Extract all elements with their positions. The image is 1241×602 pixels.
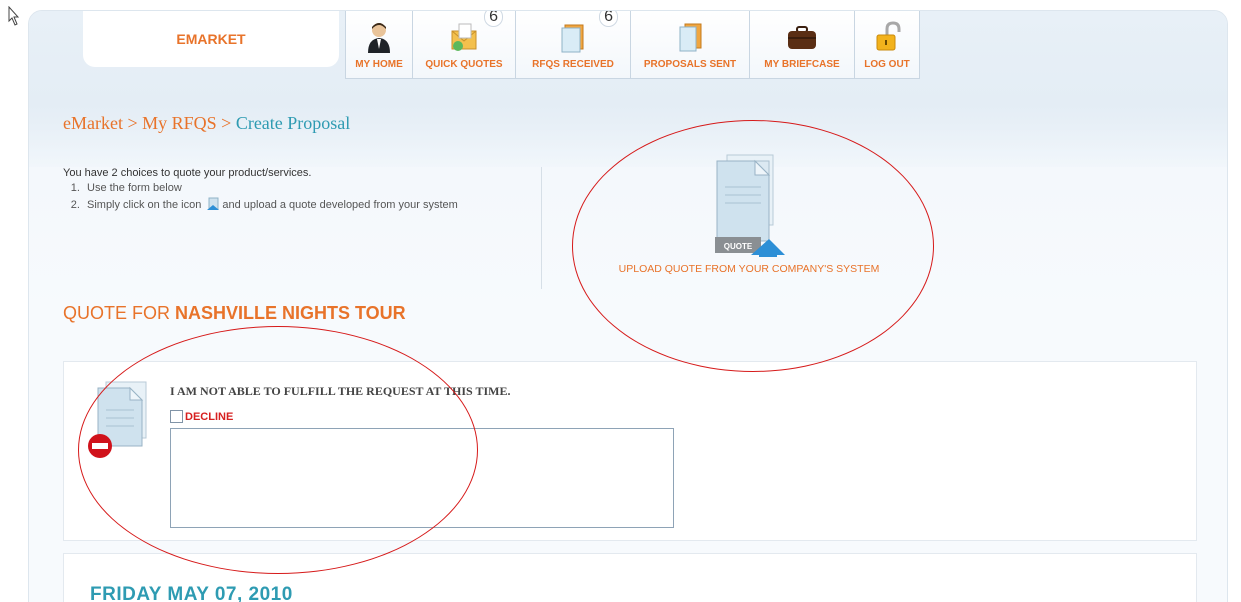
date-heading: FRIDAY MAY 07, 2010 — [90, 584, 293, 602]
decline-option: DECLINE — [170, 410, 233, 423]
breadcrumb-separator: > — [122, 113, 143, 133]
breadcrumb-my-rfqs[interactable]: My RFQS — [142, 113, 217, 133]
nav-label: RFQS RECEIVED — [532, 59, 614, 70]
intro-step-2-before: Simply click on the icon — [87, 199, 202, 211]
nav-label: QUICK QUOTES — [425, 59, 503, 70]
breadcrumb-separator: > — [216, 113, 236, 133]
decline-heading: I AM NOT ABLE TO FULFILL THE REQUEST AT … — [170, 384, 511, 398]
briefcase-icon — [788, 26, 816, 49]
nav-proposals-sent[interactable]: PROPOSALS SENT — [630, 11, 750, 79]
quick-quotes-icon — [451, 23, 477, 51]
rfqs-received-icon — [561, 24, 584, 53]
upload-quote-area[interactable]: QUOTE UPLOAD QUOTE FROM YOUR COMPANY'S S… — [589, 151, 909, 281]
breadcrumb-current: Create Proposal — [235, 113, 351, 133]
upload-quote-link[interactable]: UPLOAD QUOTE FROM YOUR COMPANY'S SYSTEM — [589, 263, 909, 275]
breadcrumb: eMarket > My RFQS > Create Proposal — [63, 113, 350, 134]
intro-steps: Use the form below Simply click on the i… — [83, 182, 543, 211]
proposals-sent-icon — [679, 23, 702, 52]
intro-lead: You have 2 choices to quote your product… — [63, 167, 312, 179]
quote-for-prefix: QUOTE FOR — [63, 303, 175, 323]
section-divider — [541, 167, 542, 289]
nav-rfqs-received[interactable]: 6 RFQS RECEIVED — [515, 11, 631, 79]
intro-step-2-after: and upload a quote developed from your s… — [222, 199, 458, 211]
nav-quick-quotes[interactable]: 6 QUICK QUOTES — [412, 11, 516, 79]
brand-name: EMARKET — [176, 31, 246, 47]
breadcrumb-emarket[interactable]: eMarket — [63, 113, 123, 133]
intro-step-2: Simply click on the icon and upload a qu… — [83, 197, 543, 211]
nav-label: LOG OUT — [864, 59, 910, 70]
nav-my-home[interactable]: MY HOME — [345, 11, 413, 79]
date-section: FRIDAY MAY 07, 2010 — [63, 553, 1197, 602]
quote-upload-icon[interactable]: QUOTE — [691, 151, 787, 257]
brand-tab[interactable]: EMARKET — [83, 11, 339, 67]
main-nav: MY HOME 6 QUICK QUOTES 6 RFQS RECEIVED P… — [345, 11, 920, 79]
quote-for-title: QUOTE FOR NASHVILLE NIGHTS TOUR — [63, 303, 406, 324]
decline-document-icon — [88, 381, 147, 458]
nav-my-briefcase[interactable]: MY BRIEFCASE — [749, 11, 855, 79]
decline-label[interactable]: DECLINE — [185, 411, 233, 423]
person-icon — [368, 23, 390, 53]
decline-panel: I AM NOT ABLE TO FULFILL THE REQUEST AT … — [63, 361, 1197, 541]
mouse-cursor-icon — [8, 6, 20, 26]
intro-step-1: Use the form below — [83, 182, 543, 194]
nav-label: MY BRIEFCASE — [764, 59, 840, 70]
quote-for-name: NASHVILLE NIGHTS TOUR — [175, 303, 406, 323]
nav-label: PROPOSALS SENT — [643, 59, 737, 70]
quick-quotes-count-badge: 6 — [484, 11, 503, 27]
decline-checkbox[interactable] — [170, 410, 183, 423]
quote-icon-text: QUOTE — [724, 242, 753, 251]
nav-label: MY HOME — [355, 59, 403, 70]
padlock-icon — [876, 21, 901, 51]
page-frame: EMARKET MY HOME 6 QUICK QUOTES 6 RFQS RE… — [28, 10, 1228, 602]
rfqs-received-count-badge: 6 — [599, 11, 618, 27]
decline-comment-textarea[interactable] — [170, 428, 674, 528]
nav-log-out[interactable]: LOG OUT — [854, 11, 920, 79]
upload-small-icon[interactable] — [206, 197, 220, 211]
quote-options-intro: You have 2 choices to quote your product… — [63, 167, 543, 214]
